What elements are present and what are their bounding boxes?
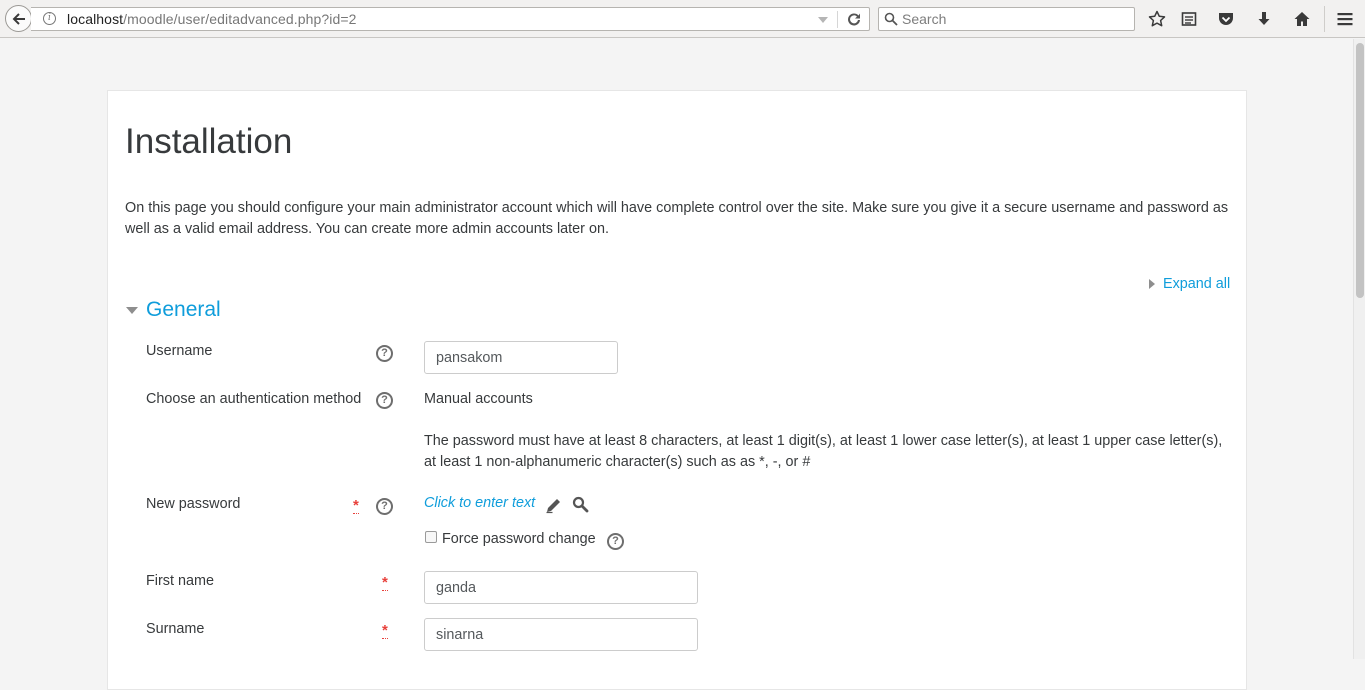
download-icon[interactable] [1255, 10, 1273, 28]
triangle-right-icon [1149, 279, 1155, 289]
surname-input[interactable] [424, 618, 698, 651]
page-title: Installation [125, 122, 293, 161]
username-label: Username [146, 343, 213, 359]
reveal-password-icon[interactable] [572, 496, 589, 513]
search-placeholder: Search [902, 11, 947, 27]
new-password-click-to-edit[interactable]: Click to enter text [424, 495, 535, 511]
help-icon[interactable]: ? [376, 498, 393, 515]
pocket-icon[interactable] [1217, 10, 1235, 28]
help-icon[interactable]: ? [376, 392, 393, 409]
help-icon[interactable]: ? [607, 533, 624, 550]
url-bar[interactable]: i localhost/moodle/user/editadvanced.php… [31, 7, 870, 31]
page-scrollbar[interactable] [1353, 39, 1365, 659]
url-path: /moodle/user/editadvanced.php?id=2 [123, 11, 357, 27]
home-icon[interactable] [1293, 10, 1311, 28]
help-icon[interactable]: ? [376, 345, 393, 362]
firstname-label: First name [146, 573, 214, 589]
search-icon [884, 12, 898, 26]
required-icon: * [382, 574, 388, 591]
bookmark-star-icon[interactable] [1148, 10, 1166, 28]
force-password-change-label[interactable]: Force password change [442, 531, 596, 547]
info-icon[interactable]: i [43, 12, 56, 25]
search-bar[interactable]: Search [878, 7, 1135, 31]
toolbar-separator [1324, 6, 1325, 32]
triangle-down-icon [126, 306, 138, 314]
pencil-icon[interactable] [545, 496, 563, 514]
auth-method-value: Manual accounts [424, 391, 533, 407]
reader-icon[interactable] [1180, 10, 1198, 28]
firstname-input[interactable] [424, 571, 698, 604]
expand-all-link[interactable]: Expand all [1149, 276, 1230, 292]
required-icon: * [353, 497, 359, 514]
intro-text: On this page you should configure your m… [125, 200, 1229, 237]
back-arrow-icon [12, 12, 25, 25]
username-input[interactable] [424, 341, 618, 374]
url-text[interactable]: localhost/moodle/user/editadvanced.php?i… [67, 11, 357, 27]
new-password-label: New password [146, 496, 241, 512]
surname-label: Surname [146, 621, 205, 637]
section-title: General [146, 298, 221, 321]
url-dropdown-icon[interactable] [818, 17, 828, 23]
browser-toolbar: i localhost/moodle/user/editadvanced.php… [0, 0, 1365, 38]
auth-method-label: Choose an authentication method [146, 391, 362, 407]
reload-icon[interactable] [846, 11, 862, 27]
scrollbar-thumb[interactable] [1356, 43, 1364, 298]
password-policy-text: The password must have at least 8 charac… [424, 433, 1223, 470]
section-general-header[interactable]: General [126, 298, 221, 322]
required-icon: * [382, 622, 388, 639]
back-button[interactable] [5, 5, 32, 32]
url-host: localhost [67, 11, 124, 27]
menu-icon[interactable] [1336, 10, 1354, 28]
url-divider [837, 11, 838, 28]
force-password-change-checkbox[interactable] [425, 531, 437, 543]
expand-all-label: Expand all [1163, 276, 1231, 292]
